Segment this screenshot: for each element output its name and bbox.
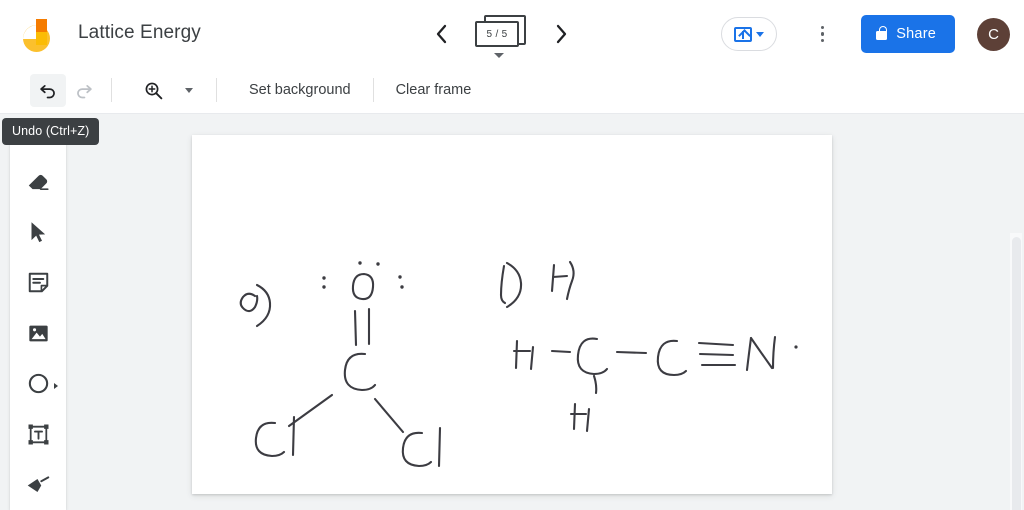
- circle-shape-icon: [28, 373, 48, 394]
- image-tool[interactable]: [15, 308, 61, 359]
- handwritten-drawing: [239, 260, 798, 468]
- caret-down-icon[interactable]: [756, 31, 765, 37]
- toolbar-divider: [216, 78, 217, 102]
- zoom-button[interactable]: [135, 74, 171, 107]
- caret-right-icon[interactable]: [54, 383, 58, 390]
- select-tool[interactable]: [15, 207, 61, 258]
- three-dot-menu-icon: [820, 38, 825, 43]
- header-actions: Share C: [721, 10, 1010, 58]
- redo-button[interactable]: [66, 74, 102, 107]
- avatar-initial: C: [988, 25, 999, 43]
- avatar[interactable]: C: [977, 17, 1010, 51]
- present-button[interactable]: [721, 17, 778, 51]
- logo-bar-top-shape: [36, 19, 47, 32]
- undo-tooltip: Undo (Ctrl+Z): [2, 118, 100, 145]
- more-options-button[interactable]: [805, 14, 839, 54]
- laser-tool[interactable]: [15, 459, 61, 510]
- toolbar-divider: [372, 78, 374, 102]
- eraser-icon: [28, 175, 49, 191]
- app-header: Lattice Energy 5 / 5 Share C: [0, 0, 1024, 67]
- three-dot-menu-icon: [820, 25, 825, 30]
- vertical-scrollbar-thumb[interactable]: [1012, 237, 1021, 510]
- frame-navigation: 5 / 5: [420, 8, 582, 60]
- three-dot-menu-icon: [820, 32, 825, 36]
- share-button-label: Share: [896, 26, 936, 42]
- jamboard-logo-icon: [20, 14, 60, 54]
- undo-arrow-icon: [40, 85, 55, 99]
- image-icon: [28, 325, 48, 341]
- share-button[interactable]: Share: [861, 15, 955, 53]
- clear-frame-button[interactable]: Clear frame: [383, 75, 485, 105]
- next-frame-button[interactable]: [540, 13, 582, 55]
- cursor-arrow-icon: [31, 222, 46, 242]
- text-box-icon: [28, 424, 48, 445]
- laser-pointer-icon: [27, 476, 50, 492]
- tool-sidebar: [10, 126, 66, 510]
- frame-counter-label: 5 / 5: [475, 21, 519, 47]
- edit-toolbar: Set background Clear frame: [0, 67, 1024, 114]
- undo-button[interactable]: [30, 73, 66, 107]
- redo-arrow-icon: [77, 85, 92, 99]
- caret-down-icon[interactable]: [494, 53, 504, 58]
- zoom-caret-icon[interactable]: [185, 87, 193, 93]
- shape-tool[interactable]: [15, 358, 61, 409]
- set-background-button[interactable]: Set background: [236, 75, 364, 105]
- toolbar-divider: [111, 78, 112, 102]
- lock-icon: [876, 26, 888, 40]
- text-box-tool[interactable]: [15, 409, 61, 460]
- jam-frame[interactable]: [192, 135, 832, 494]
- zoom-in-magnifier-icon: [145, 82, 162, 99]
- sticky-note-tool[interactable]: [15, 257, 61, 308]
- logo-bar-bottom-shape: [36, 32, 47, 45]
- sticky-note-icon: [28, 272, 48, 293]
- previous-frame-button[interactable]: [420, 13, 462, 55]
- frame-counter-button[interactable]: 5 / 5: [470, 10, 532, 58]
- canvas-area[interactable]: [0, 115, 1024, 510]
- eraser-tool[interactable]: [15, 156, 61, 207]
- present-upload-icon: [734, 26, 753, 42]
- page-title[interactable]: Lattice Energy: [78, 22, 201, 44]
